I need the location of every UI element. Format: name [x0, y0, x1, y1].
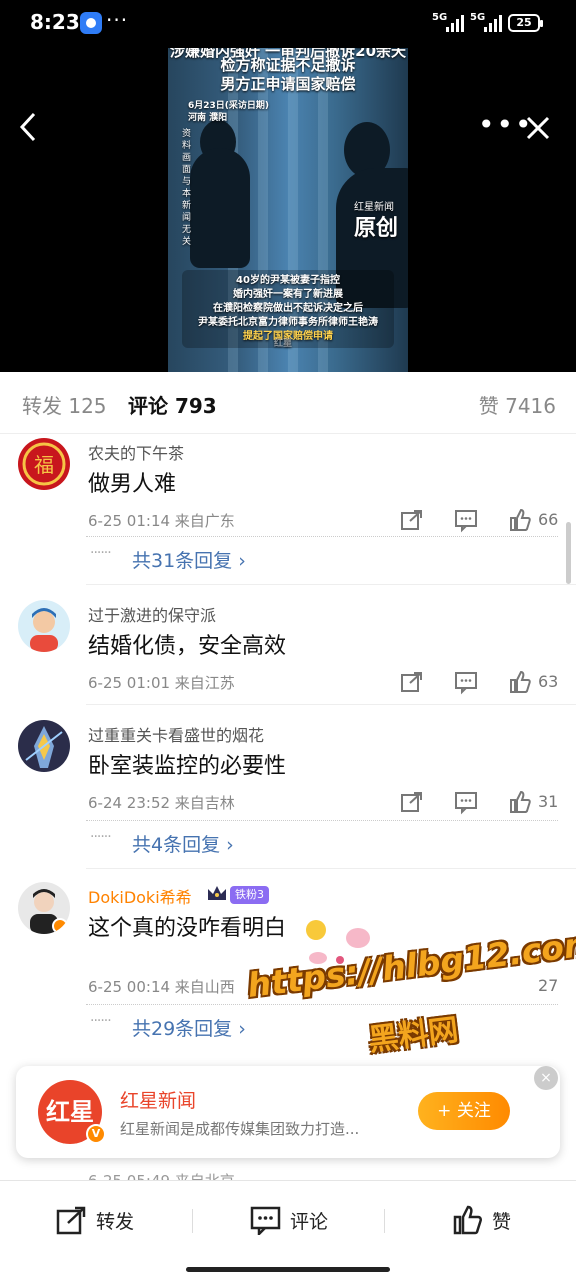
status-bar: 8:23 ··· 5G 5G 25: [0, 0, 576, 48]
close-button[interactable]: [524, 114, 552, 142]
scrollbar[interactable]: [566, 522, 571, 584]
like-icon[interactable]: [508, 508, 532, 534]
signal-icon: [446, 14, 466, 32]
svg-text:福: 福: [34, 453, 54, 477]
video-location: 河南 濮阳: [188, 113, 228, 123]
bottom-action-bar: 转发 评论 赞: [0, 1180, 576, 1280]
comment-meta: 6-25 01:01 来自江苏: [88, 674, 235, 692]
avatar[interactable]: [18, 882, 70, 934]
comment-label: 评论: [290, 1211, 329, 1233]
comment-text: 这个真的没咋看明白: [88, 916, 287, 941]
video-player[interactable]: 涉嫌婚内强奸 一审判后撤诉20余天 检方称证据不足撤诉 男方正申请国家赔偿 6月…: [0, 48, 576, 372]
fan-badge: 铁粉3: [230, 886, 269, 904]
comment-text: 结婚化债，安全高效: [88, 634, 287, 659]
chevron-left-icon: [19, 112, 36, 142]
comment-icon[interactable]: [454, 670, 478, 696]
network-label: 5G: [432, 12, 448, 23]
avatar[interactable]: 福: [18, 438, 70, 490]
comment-icon: [250, 1206, 281, 1238]
repost-button[interactable]: 转发: [56, 1205, 176, 1235]
promo-account-name[interactable]: 红星新闻: [120, 1086, 196, 1113]
video-frame: 涉嫌婚内强奸 一审判后撤诉20余天 检方称证据不足撤诉 男方正申请国家赔偿 6月…: [168, 48, 408, 372]
tab-repost[interactable]: 转发 125: [22, 390, 107, 419]
share-icon: [56, 1206, 86, 1235]
back-button[interactable]: [14, 110, 44, 144]
video-brand-big: 原创: [354, 216, 399, 241]
comment-button[interactable]: 评论: [250, 1205, 370, 1238]
comment-username[interactable]: 农夫的下午茶: [88, 440, 184, 464]
replies-count[interactable]: 共31条回复 ›: [132, 546, 246, 573]
more-notifications-icon: ···: [106, 8, 129, 32]
comment-text: 卧室装监控的必要性: [88, 754, 287, 779]
replies-link[interactable]: ······ 共29条回复 ›: [86, 1004, 558, 1044]
like-label: 赞: [492, 1211, 512, 1233]
video-watermark: 红星: [274, 339, 293, 349]
app-notification-icon: [80, 12, 102, 34]
share-icon[interactable]: [400, 670, 424, 696]
home-indicator: [186, 1267, 390, 1272]
comment-actions: 63: [398, 670, 568, 698]
network-label-2: 5G: [470, 12, 486, 23]
comment-meta: 6-25 00:14 来自山西: [88, 978, 235, 996]
tab-comment[interactable]: 评论 793: [128, 390, 217, 419]
avatar[interactable]: [18, 720, 70, 772]
video-headline: 男方正申请国家赔偿: [220, 75, 356, 93]
close-icon[interactable]: ×: [534, 1066, 558, 1090]
comment-meta: 6-24 23:52 来自吉林: [88, 794, 235, 812]
watermark-name: 黑料网: [366, 1012, 461, 1059]
video-disclaimer: 资料画面 与本新闻无关: [182, 129, 192, 247]
follow-promo-card[interactable]: 红星 V 红星新闻 红星新闻是成都传媒集团致力打造... + 关注 ×: [16, 1066, 560, 1158]
like-icon[interactable]: [508, 670, 532, 696]
verified-icon: V: [86, 1124, 106, 1144]
like-icon[interactable]: [508, 790, 532, 816]
replies-link[interactable]: ······ 共4条回复 ›: [86, 820, 558, 860]
battery-icon: 25: [508, 14, 543, 32]
like-count: 31: [538, 792, 559, 811]
replies-link[interactable]: ······ 共31条回复 ›: [86, 536, 558, 576]
replies-count[interactable]: 共4条回复 ›: [132, 830, 234, 857]
tab-bar: 转发 125 评论 793 赞 7416: [0, 372, 576, 434]
comment-icon[interactable]: [454, 508, 478, 534]
like-icon: [453, 1205, 482, 1235]
crown-icon: [206, 884, 228, 902]
share-icon[interactable]: [400, 508, 424, 534]
comment-username[interactable]: 过重重关卡看盛世的烟花: [88, 722, 264, 746]
like-button[interactable]: 赞: [452, 1205, 552, 1235]
comment-item: 过重重关卡看盛世的烟花 卧室装监控的必要性 6-24 23:52 来自吉林 31…: [0, 720, 576, 870]
follow-button[interactable]: + 关注: [418, 1092, 510, 1130]
comment-text: 做男人难: [88, 472, 177, 497]
comment-meta: 6-25 01:14 来自广东: [88, 512, 235, 530]
comment-actions: 66: [398, 508, 568, 536]
tab-like[interactable]: 赞 7416: [479, 390, 556, 419]
avatar[interactable]: [18, 600, 70, 652]
comment-item: 过于激进的保守派 结婚化债，安全高效 6-25 01:01 来自江苏 63: [0, 600, 576, 704]
comment-username[interactable]: DokiDoki希希: [88, 884, 192, 908]
video-headline: 检方称证据不足撤诉: [220, 56, 356, 74]
close-icon: [526, 116, 550, 140]
like-count: 66: [538, 510, 559, 529]
replies-count[interactable]: 共29条回复 ›: [132, 1014, 246, 1041]
like-count: 63: [538, 672, 559, 691]
promo-description: 红星新闻是成都传媒集团致力打造...: [120, 1120, 360, 1138]
like-count: 27: [538, 976, 559, 995]
repost-label: 转发: [96, 1211, 135, 1233]
status-time: 8:23: [30, 10, 80, 34]
signal-icon-2: [484, 14, 504, 32]
share-icon[interactable]: [400, 790, 424, 816]
comment-username[interactable]: 过于激进的保守派: [88, 602, 216, 626]
comment-actions: 31: [398, 790, 568, 818]
comment-icon[interactable]: [454, 790, 478, 816]
comment-item: 福 农夫的下午茶 做男人难 6-25 01:14 来自广东 66 ······ …: [0, 438, 576, 588]
